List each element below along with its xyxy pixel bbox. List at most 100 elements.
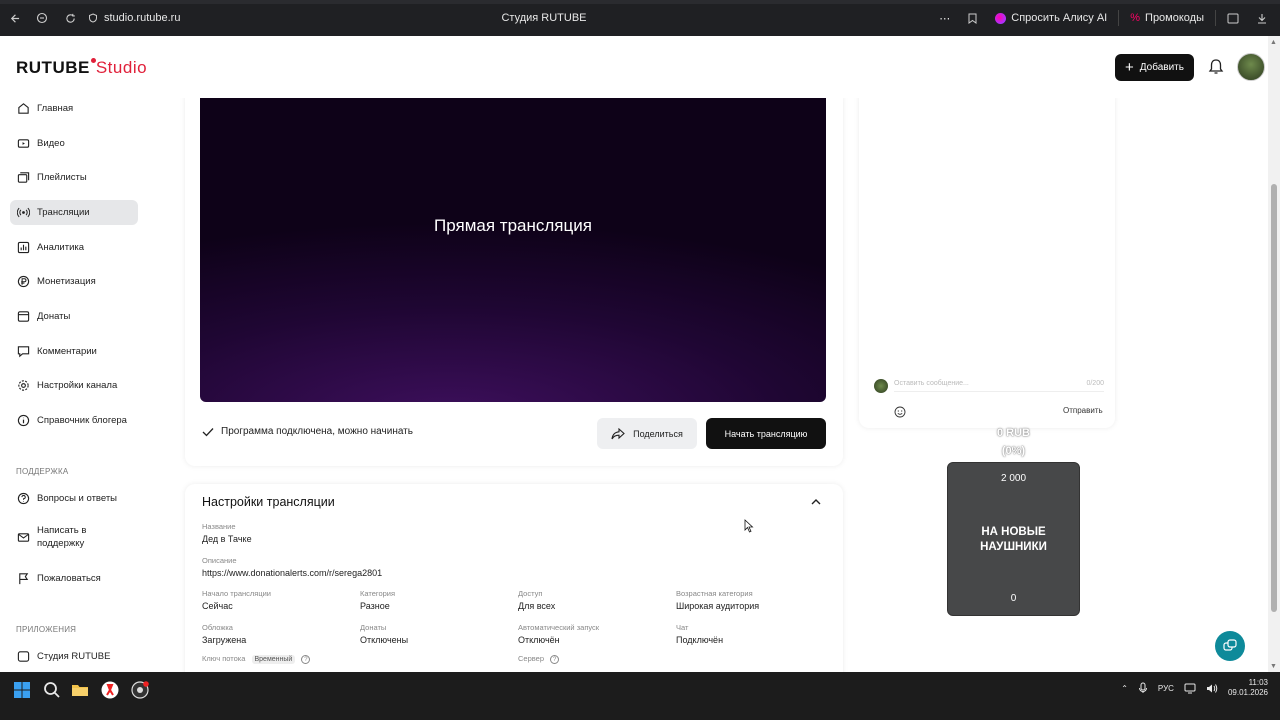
scroll-up-icon[interactable]: ▲: [1270, 39, 1277, 46]
sidebar: Главная Видео Плейлисты Трансляции Анали…: [0, 98, 160, 672]
field-description: Описание https://www.donationalerts.com/…: [202, 556, 382, 578]
video-icon: [17, 139, 30, 148]
sidebar-item-video[interactable]: Видео: [10, 131, 138, 156]
scroll-down-icon[interactable]: ▼: [1270, 663, 1277, 670]
collections-icon[interactable]: [1220, 10, 1246, 27]
volume-icon[interactable]: [1206, 683, 1218, 694]
field-label: Сервер: [518, 654, 545, 663]
donation-percent: (0%): [1001, 445, 1026, 457]
sidebar-item-label: Главная: [37, 103, 74, 114]
sidebar-item-analytics[interactable]: Аналитика: [10, 235, 138, 260]
support-chat-button[interactable]: [1215, 631, 1245, 661]
windows-start-icon[interactable]: [12, 680, 32, 700]
mouse-cursor-icon: [744, 519, 754, 533]
chevron-up-icon[interactable]: ⌃: [1121, 684, 1128, 693]
field-label: Описание: [202, 556, 237, 565]
sidebar-item-playlists[interactable]: Плейлисты: [10, 165, 138, 190]
field-value: Отключён: [518, 635, 560, 645]
sidebar-item-label: Настройки канала: [37, 380, 118, 391]
gear-icon: [18, 380, 29, 391]
promocodes-button[interactable]: % Промокоды: [1123, 9, 1211, 27]
chevron-up-icon[interactable]: [810, 496, 822, 508]
sidebar-item-label: Пожаловаться: [37, 573, 101, 584]
main-content: Прямая трансляция Программа подключена, …: [160, 98, 1268, 672]
alice-ai-button[interactable]: Спросить Алису AI: [988, 9, 1114, 27]
donation-goal-line: НА НОВЫЕ: [981, 526, 1046, 538]
clock-date: 09.01.2026: [1227, 688, 1268, 697]
sidebar-item-label: Плейлисты: [37, 172, 87, 183]
field-label: Ключ потока: [202, 654, 246, 663]
microphone-icon[interactable]: [1138, 682, 1148, 694]
sidebar-item-comments[interactable]: Комментарии: [10, 339, 138, 364]
bookmark-icon[interactable]: [961, 10, 984, 27]
field-value: Сейчас: [202, 601, 233, 611]
share-button[interactable]: Поделиться: [597, 418, 697, 449]
rutube-studio-logo[interactable]: RUTUBE Studio: [16, 58, 147, 78]
field-label: Автоматический запуск: [518, 623, 600, 632]
settings-title: Настройки трансляции: [202, 495, 335, 509]
chrome-icon[interactable]: [130, 680, 150, 700]
network-icon[interactable]: [1184, 683, 1196, 694]
back-icon[interactable]: [0, 0, 28, 36]
clock[interactable]: 11:03 09.01.2026: [1228, 678, 1268, 698]
sidebar-item-label: Монетизация: [37, 276, 96, 287]
start-stream-button[interactable]: Начать трансляцию: [706, 418, 826, 449]
percent-icon: %: [1130, 12, 1141, 24]
more-icon[interactable]: ⋯: [932, 9, 957, 28]
help-icon[interactable]: ?: [301, 654, 311, 664]
sidebar-item-contact-support[interactable]: Написать в поддержку: [10, 519, 138, 555]
sidebar-item-label: Написать в поддержку: [37, 525, 87, 549]
donation-goal-text: НА НОВЫЕ НАУШНИКИ: [948, 525, 1079, 555]
help-icon[interactable]: ?: [550, 654, 560, 664]
site-info-icon[interactable]: [88, 13, 98, 23]
field-label: Возрастная категория: [676, 589, 753, 598]
apps-section-title: ПРИЛОЖЕНИЯ: [16, 625, 77, 634]
address-bar[interactable]: studio.rutube.ru: [88, 12, 180, 24]
emoji-icon[interactable]: [894, 406, 906, 418]
chat-user-avatar: [874, 379, 888, 393]
scrollbar-thumb[interactable]: [1271, 184, 1277, 612]
sidebar-item-label: Аналитика: [37, 242, 85, 253]
sidebar-item-monetization[interactable]: Монетизация: [10, 269, 138, 294]
info-icon: [17, 414, 30, 427]
sidebar-item-channel-settings[interactable]: Настройки канала: [10, 373, 138, 398]
page-scrollbar[interactable]: ▲ ▼: [1268, 36, 1280, 672]
send-button[interactable]: Отправить: [1063, 406, 1103, 415]
sidebar-item-faq[interactable]: Вопросы и ответы: [10, 486, 138, 511]
url-text[interactable]: studio.rutube.ru: [104, 12, 180, 24]
sidebar-item-donates[interactable]: Донаты: [10, 304, 138, 329]
sidebar-item-studio-app[interactable]: Студия RUTUBE: [10, 644, 138, 669]
sidebar-item-report[interactable]: Пожаловаться: [10, 566, 138, 591]
downloads-icon[interactable]: [1250, 10, 1274, 27]
field-value: https://www.donationalerts.com/r/serega2…: [202, 568, 383, 578]
sidebar-item-label: Справочник блогера: [37, 415, 127, 426]
start-stream-label: Начать трансляцию: [724, 428, 808, 439]
protect-icon[interactable]: [28, 0, 56, 36]
field-label: Название: [202, 522, 236, 531]
language-indicator[interactable]: РУС: [1158, 684, 1174, 693]
status-text: Программа подключена, можно начинать: [221, 426, 413, 437]
support-section-title: ПОДДЕРЖКА: [16, 467, 69, 476]
search-icon[interactable]: [42, 680, 62, 700]
notifications-bell-icon[interactable]: [1208, 58, 1224, 76]
field-autostart: Автоматический запуск Отключён: [518, 623, 599, 645]
field-server: Сервер ?: [518, 654, 560, 664]
stream-chat: Оставить сообщение... 0/200 Отправить: [859, 98, 1115, 428]
yandex-browser-icon[interactable]: [100, 680, 120, 700]
field-label: Категория: [360, 589, 396, 598]
field-label: Начало трансляции: [202, 589, 271, 598]
flag-icon: [19, 573, 29, 585]
reload-icon[interactable]: [56, 0, 84, 36]
sidebar-item-streams[interactable]: Трансляции: [10, 200, 138, 225]
file-explorer-icon[interactable]: [70, 680, 90, 700]
system-tray: ⌃ РУС 11:03 09.01.2026: [1121, 672, 1268, 704]
stream-preview[interactable]: Прямая трансляция: [200, 98, 826, 402]
sidebar-item-blogger-guide[interactable]: Справочник блогера: [10, 408, 138, 433]
add-button[interactable]: + Добавить: [1115, 54, 1194, 81]
field-chat: Чат Подключён: [676, 623, 723, 645]
stream-preview-card: Прямая трансляция Программа подключена, …: [185, 98, 843, 466]
add-label: Добавить: [1139, 62, 1184, 73]
sidebar-item-home[interactable]: Главная: [10, 96, 138, 121]
chat-message-input[interactable]: Оставить сообщение... 0/200: [894, 380, 1104, 392]
user-avatar[interactable]: [1237, 53, 1265, 81]
